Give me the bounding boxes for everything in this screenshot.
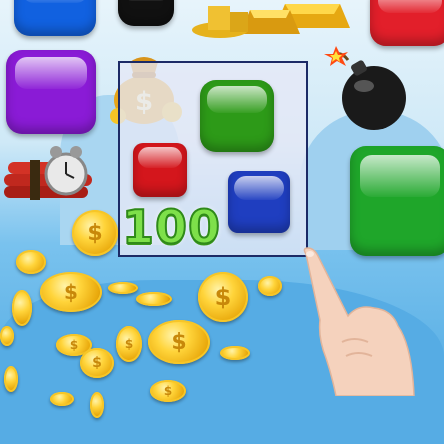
coin-icon bbox=[108, 282, 138, 294]
red-gem-top-right bbox=[370, 0, 444, 46]
green-gem-right bbox=[350, 146, 444, 256]
gold-bars-icon bbox=[190, 0, 350, 40]
coin-icon bbox=[16, 250, 46, 274]
coin-icon: $ bbox=[148, 320, 210, 364]
coin-icon bbox=[258, 276, 282, 296]
green-tile[interactable] bbox=[200, 80, 274, 152]
tile-shine bbox=[234, 175, 284, 200]
tile-shine bbox=[207, 85, 267, 114]
game-scene: $ 100 $ bbox=[0, 0, 444, 444]
coin-icon bbox=[136, 292, 172, 306]
coin-icon bbox=[220, 346, 250, 360]
bomb-icon bbox=[318, 46, 414, 136]
blue-gem-top-left bbox=[14, 0, 96, 36]
coin-icon: $ bbox=[150, 380, 186, 402]
coin-icon: $ bbox=[198, 272, 248, 322]
gem-shine bbox=[15, 56, 87, 89]
coin-icon: $ bbox=[72, 210, 118, 256]
coin-icon: $ bbox=[40, 272, 102, 312]
score-label: 100 bbox=[121, 199, 222, 255]
black-gem-top bbox=[118, 0, 174, 26]
gem-shine bbox=[360, 154, 440, 197]
red-tile[interactable] bbox=[133, 143, 187, 197]
coin-icon: $ bbox=[116, 326, 142, 362]
tile-shine bbox=[138, 147, 182, 168]
coin-icon bbox=[0, 326, 14, 346]
coin-icon: $ bbox=[80, 348, 114, 378]
coin-icon bbox=[50, 392, 74, 406]
coin-icon bbox=[12, 290, 32, 326]
purple-gem-left bbox=[6, 50, 96, 134]
coin-icon bbox=[4, 366, 18, 392]
dynamite-clock-icon bbox=[0, 140, 96, 212]
gem-shine bbox=[22, 0, 88, 3]
coin-icon bbox=[90, 392, 104, 418]
pointing-hand-icon bbox=[296, 246, 416, 397]
blue-tile[interactable] bbox=[228, 171, 290, 233]
gem-shine bbox=[123, 0, 169, 2]
gem-shine bbox=[378, 0, 442, 13]
